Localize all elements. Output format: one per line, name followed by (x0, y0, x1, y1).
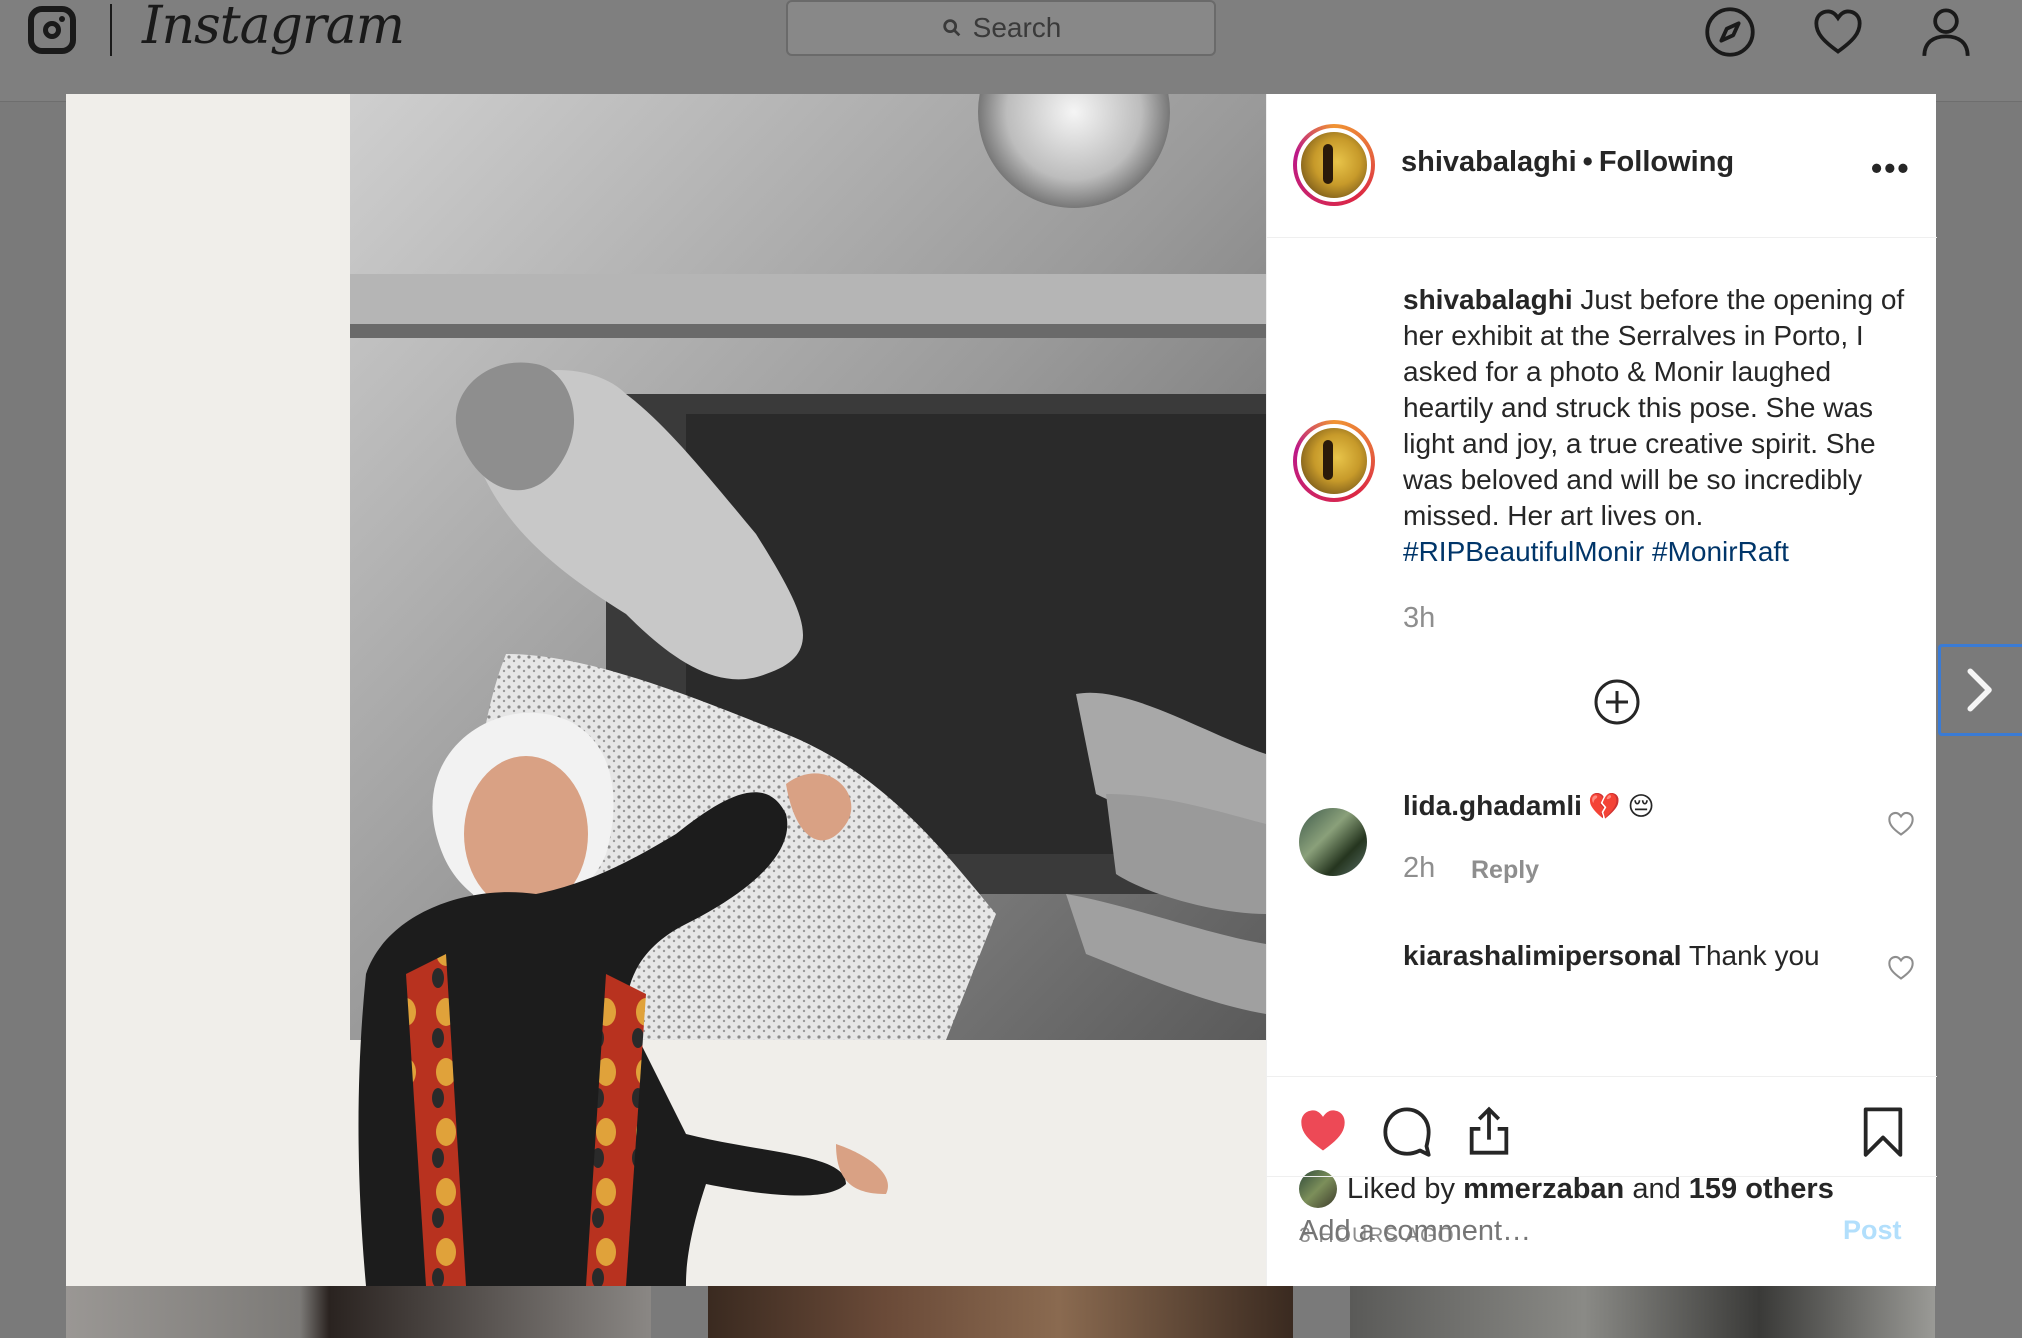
comment-like-icon[interactable] (1887, 810, 1915, 838)
more-options-icon[interactable]: ••• (1871, 150, 1911, 187)
comments-list[interactable]: lida.ghadamli 💔 😔 2h Reply kiarashalimipe… (1267, 764, 1937, 1076)
search-icon (942, 19, 960, 37)
instagram-glyph-icon[interactable] (28, 6, 76, 54)
caption-timestamp[interactable]: 3h (1403, 602, 1435, 635)
post-header-text: shivabalaghi • Following (1401, 146, 1734, 179)
next-post-chevron-icon[interactable] (1938, 644, 2022, 736)
add-comment-input[interactable] (1299, 1215, 1779, 1248)
search-placeholder: Search (972, 12, 1062, 43)
post-header: shivabalaghi • Following ••• (1267, 94, 1937, 238)
instagram-wordmark[interactable]: Instagram (142, 0, 405, 56)
comment-text: 💔 😔 (1587, 791, 1655, 821)
post-caption: shivabalaghi Just before the opening of … (1403, 282, 1913, 570)
caption-hashtags[interactable]: #RIPBeautifulMonir #MonirRaft (1403, 536, 1789, 567)
grid-thumbnail[interactable] (708, 1286, 1293, 1338)
post-photo-image (66, 94, 1266, 1286)
top-nav: Instagram Search (0, 0, 2022, 102)
author-avatar[interactable] (1293, 124, 1375, 206)
add-comment-area: Post (1267, 1176, 1937, 1286)
nav-divider (110, 4, 112, 56)
profile-icon[interactable] (1920, 6, 1972, 58)
post-comment-button[interactable]: Post (1843, 1215, 1902, 1246)
share-icon[interactable] (1463, 1105, 1515, 1157)
like-heart-icon[interactable] (1297, 1105, 1349, 1157)
comment-text: Thank you (1688, 940, 1820, 971)
comment-username[interactable]: lida.ghadamli (1403, 790, 1582, 821)
caption-avatar[interactable] (1293, 420, 1375, 502)
comment-like-icon[interactable] (1887, 954, 1915, 982)
caption-username[interactable]: shivabalaghi (1403, 284, 1573, 315)
load-more-comments-icon[interactable] (1593, 678, 1641, 726)
caption-text: Just before the opening of her exhibit a… (1403, 284, 1905, 531)
header-separator: • (1582, 146, 1593, 178)
comment-item: kiarashalimipersonal Thank you (1403, 940, 1820, 972)
bookmark-icon[interactable] (1857, 1105, 1909, 1157)
author-username[interactable]: shivabalaghi (1401, 146, 1577, 178)
comment-item: lida.ghadamli 💔 😔 (1403, 790, 1655, 822)
comment-timestamp[interactable]: 2h (1403, 852, 1435, 885)
commenter-avatar[interactable] (1299, 808, 1367, 876)
post-sidebar: shivabalaghi • Following ••• shivabalaghi … (1266, 94, 1937, 1286)
search-input[interactable]: Search (786, 0, 1216, 56)
grid-thumbnail[interactable] (66, 1286, 651, 1338)
comment-username[interactable]: kiarashalimipersonal (1403, 940, 1682, 971)
following-button[interactable]: Following (1599, 146, 1734, 178)
heart-icon[interactable] (1812, 6, 1864, 58)
comment-bubble-icon[interactable] (1381, 1105, 1433, 1157)
post-modal: shivabalaghi • Following ••• shivabalaghi … (66, 94, 1937, 1286)
grid-thumbnail[interactable] (1350, 1286, 1935, 1338)
reply-button[interactable]: Reply (1471, 856, 1539, 885)
post-photo[interactable] (66, 94, 1266, 1286)
explore-compass-icon[interactable] (1704, 6, 1756, 58)
